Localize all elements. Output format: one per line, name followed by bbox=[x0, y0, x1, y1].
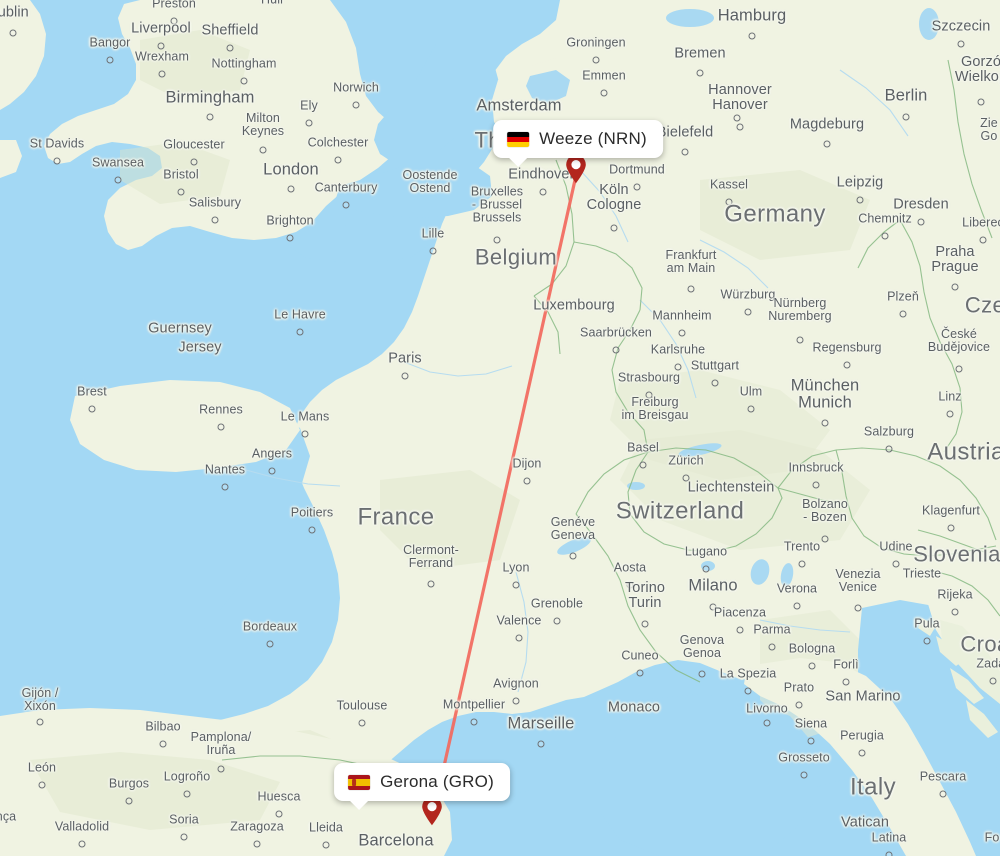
tooltip-weeze-label: Weeze (NRN) bbox=[539, 129, 647, 148]
map-pin-weeze[interactable] bbox=[565, 154, 587, 184]
germany-flag-icon bbox=[507, 131, 530, 147]
tooltip-tail bbox=[507, 156, 530, 167]
map-canvas[interactable]: .land { fill:#f0f3e2; } .land2 { fill:#e… bbox=[0, 0, 1000, 856]
spain-flag-icon bbox=[348, 774, 371, 790]
tooltip-gerona-label: Gerona (GRO) bbox=[380, 772, 494, 791]
tooltip-gerona[interactable]: Gerona (GRO) bbox=[334, 763, 510, 810]
tooltip-weeze[interactable]: Weeze (NRN) bbox=[493, 120, 663, 167]
tooltip-tail bbox=[348, 799, 371, 810]
